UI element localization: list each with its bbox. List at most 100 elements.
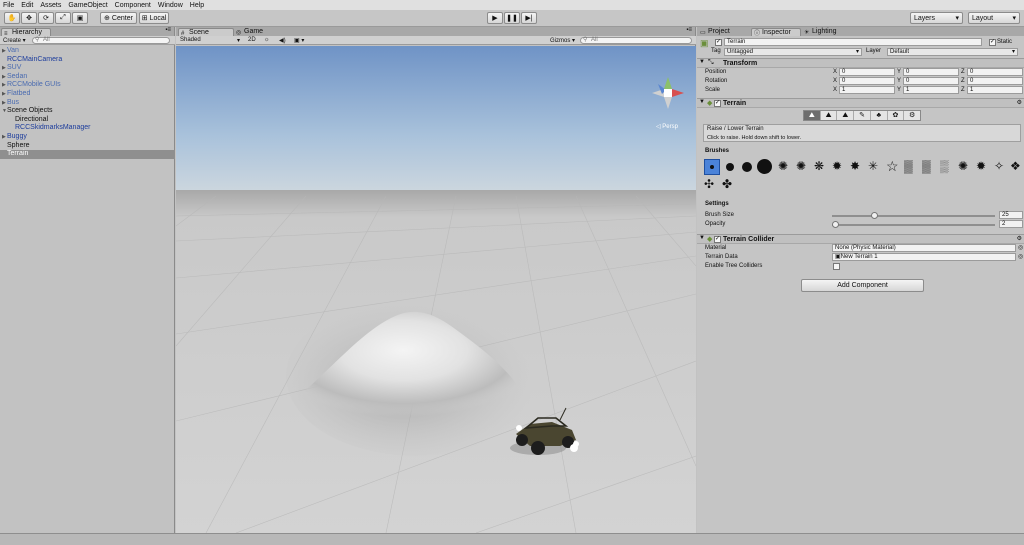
brush-option[interactable]: ✺ [958, 159, 968, 174]
paint-texture-tool-button[interactable]: ✎ [853, 111, 870, 120]
brush-option[interactable]: ❋ [814, 159, 824, 174]
collapse-arrow-icon[interactable]: ▼ [2, 107, 7, 116]
brush-option[interactable]: ✸ [850, 159, 860, 174]
scale-x-field[interactable]: 1 [839, 86, 895, 94]
shading-mode-dropdown[interactable]: Shaded [180, 37, 201, 43]
expand-arrow-icon[interactable]: ▶ [2, 133, 6, 142]
rotate-tool-button[interactable]: ⟳ [38, 12, 54, 24]
tab-hierarchy[interactable]: ≡ Hierarchy [1, 28, 51, 37]
panel-menu-icon[interactable]: ▪≡ [686, 27, 692, 33]
move-tool-button[interactable]: ✥ [21, 12, 37, 24]
create-dropdown[interactable]: Create ▾ [3, 37, 26, 44]
brush-option[interactable] [726, 163, 734, 171]
gear-icon[interactable]: ⚙ [1017, 99, 1022, 106]
place-trees-tool-button[interactable]: ♣ [869, 111, 887, 120]
hierarchy-item[interactable]: ▶ Bus [0, 99, 175, 108]
hierarchy-item[interactable]: ▶ RCCMobile GUIs [0, 81, 175, 90]
pivot-center-button[interactable]: ⊕ Center [100, 12, 137, 24]
collider-enabled-checkbox[interactable]: ✓ [714, 236, 721, 243]
layout-dropdown[interactable]: Layout ▾ [968, 12, 1020, 24]
tab-game[interactable]: ◎ Game [234, 28, 274, 36]
collapse-arrow-icon[interactable]: ▼ [699, 235, 705, 241]
rect-tool-button[interactable]: ▣ [72, 12, 88, 24]
hierarchy-item[interactable]: Directional [0, 116, 175, 125]
layers-dropdown[interactable]: Layers ▾ [910, 12, 963, 24]
brush-option[interactable]: ❖ [1010, 159, 1021, 174]
scene-search-input[interactable]: ⚲ All [580, 37, 692, 44]
scene-viewport[interactable]: ◁ Persp [176, 46, 696, 533]
panel-menu-icon[interactable]: ▪≡ [165, 27, 171, 33]
position-z-field[interactable]: 0 [967, 68, 1023, 76]
tree-colliders-checkbox[interactable] [833, 263, 840, 270]
hierarchy-item[interactable]: RCCMainCamera [0, 56, 175, 65]
expand-arrow-icon[interactable]: ▶ [2, 90, 6, 99]
brush-option[interactable]: ✤ [722, 177, 732, 192]
space-local-button[interactable]: ⊞ Local [139, 12, 169, 24]
position-y-field[interactable]: 0 [903, 68, 959, 76]
menu-window[interactable]: Window [158, 2, 183, 9]
hand-tool-button[interactable]: ✋ [4, 12, 20, 24]
brush-option[interactable]: ▓ [904, 159, 913, 174]
rotation-y-field[interactable]: 0 [903, 77, 959, 85]
scale-z-field[interactable]: 1 [967, 86, 1023, 94]
brush-option[interactable] [742, 162, 752, 172]
brush-option[interactable]: ▒ [940, 159, 949, 174]
menu-assets[interactable]: Assets [40, 2, 61, 9]
hierarchy-item[interactable]: ▶ Buggy [0, 133, 175, 142]
transform-header[interactable]: ▼ ⤡ Transform [697, 58, 1024, 68]
slider-thumb[interactable] [831, 221, 839, 228]
paint-details-tool-button[interactable]: ✿ [886, 111, 904, 120]
brush-option[interactable]: ✧ [994, 159, 1004, 174]
expand-arrow-icon[interactable]: ▶ [2, 47, 6, 56]
menu-component[interactable]: Component [115, 2, 151, 9]
rotation-x-field[interactable]: 0 [839, 77, 895, 85]
hierarchy-item[interactable]: ▶ Flatbed [0, 90, 175, 99]
hierarchy-item[interactable]: ▶ Sedan [0, 73, 175, 82]
brush-option[interactable] [757, 159, 772, 174]
brush-option[interactable]: ☆ [886, 159, 899, 174]
mode-2d-toggle[interactable]: 2D [248, 37, 256, 43]
hierarchy-item[interactable]: RCCSkidmarksManager [0, 124, 175, 133]
gizmos-dropdown[interactable]: Gizmos ▾ [550, 37, 575, 44]
menu-edit[interactable]: Edit [21, 2, 33, 9]
opacity-slider[interactable] [831, 221, 995, 228]
collapse-arrow-icon[interactable]: ▼ [699, 99, 705, 105]
expand-arrow-icon[interactable]: ▶ [2, 99, 6, 108]
tab-project[interactable]: ▭ Project [698, 28, 750, 36]
terrain-collider-header[interactable]: ▼ ◆ ✓ Terrain Collider ⚙ [697, 234, 1024, 244]
brush-option[interactable]: ▓ [922, 159, 931, 174]
object-name-field[interactable]: Terrain [724, 38, 982, 46]
tag-dropdown[interactable]: Untagged ▾ [724, 48, 862, 56]
brush-option[interactable]: ✹ [976, 159, 986, 174]
hierarchy-item-selected[interactable]: Terrain [0, 150, 175, 159]
add-component-button[interactable]: Add Component [801, 279, 924, 292]
object-picker-icon[interactable]: ◎ [1018, 253, 1023, 260]
step-button[interactable]: ▶| [521, 12, 537, 24]
scale-tool-button[interactable]: ⤢ [55, 12, 71, 24]
rotation-z-field[interactable]: 0 [967, 77, 1023, 85]
static-checkbox[interactable]: ✓ [989, 39, 996, 46]
hierarchy-item[interactable]: ▶ Van [0, 47, 175, 56]
terrain-enabled-checkbox[interactable]: ✓ [714, 100, 721, 107]
hierarchy-item[interactable]: Sphere [0, 142, 175, 151]
terrain-header[interactable]: ▼ ◆ ✓ Terrain ⚙ [697, 98, 1024, 108]
expand-arrow-icon[interactable]: ▶ [2, 73, 6, 82]
tab-inspector[interactable]: ⓘ Inspector [751, 28, 801, 37]
hierarchy-item[interactable]: ▶ SUV [0, 64, 175, 73]
brush-size-field[interactable]: 25 [999, 211, 1023, 219]
audio-toggle-icon[interactable]: ◀) [279, 37, 286, 44]
menu-gameobject[interactable]: GameObject [68, 2, 107, 9]
play-button[interactable]: ▶ [487, 12, 503, 24]
hierarchy-search-input[interactable]: ⚲ All [32, 37, 170, 44]
brush-option[interactable]: ✣ [704, 177, 714, 192]
brush-size-slider[interactable] [832, 212, 995, 219]
object-picker-icon[interactable]: ◎ [1018, 244, 1023, 251]
opacity-field[interactable]: 2 [999, 220, 1023, 228]
scale-y-field[interactable]: 1 [903, 86, 959, 94]
brush-option[interactable]: ✹ [832, 159, 842, 174]
tab-scene[interactable]: # Scene [178, 28, 234, 37]
terrain-data-field[interactable]: ▣New Terrain 1 [832, 253, 1016, 261]
brush-option[interactable]: ✳ [868, 159, 878, 174]
brush-selected[interactable] [704, 159, 720, 175]
active-checkbox[interactable]: ✓ [715, 39, 722, 46]
